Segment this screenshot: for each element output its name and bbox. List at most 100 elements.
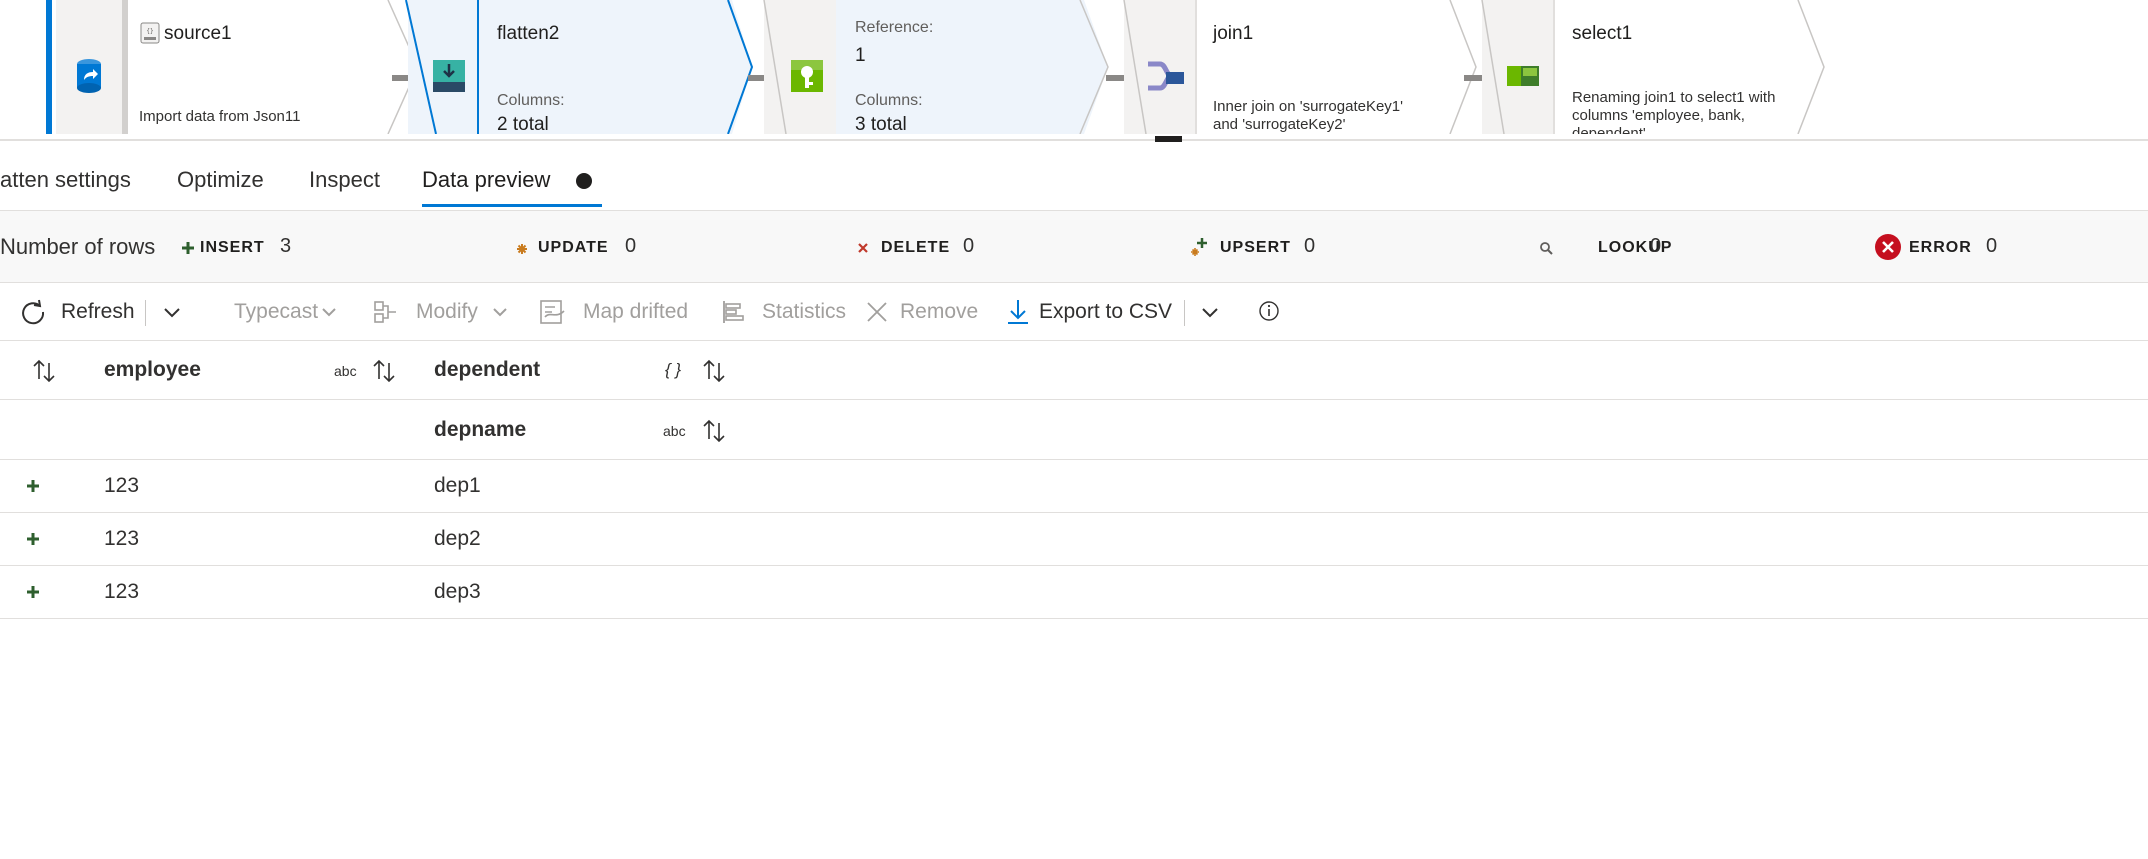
sort-icon[interactable] xyxy=(700,417,728,445)
download-icon xyxy=(1008,300,1028,324)
cell-depname: dep1 xyxy=(434,474,481,497)
column-header-depname[interactable]: depname xyxy=(434,418,526,442)
error-circle-icon xyxy=(1875,234,1901,260)
row-counts-bar: Number of rows INSERT 3 UPDATE 0 DELETE … xyxy=(0,210,2148,283)
node-title: join1 xyxy=(1213,23,1254,44)
cell-employee: 123 xyxy=(104,580,140,603)
export-csv-label: Export to CSV xyxy=(1039,300,1173,323)
count-name: LOOKUP xyxy=(1598,239,1673,256)
count-value: 0 xyxy=(625,235,637,257)
node-title: select1 xyxy=(1572,23,1633,44)
node-description-line3: dependent' xyxy=(1572,125,1646,134)
map-drifted-button[interactable]: Map drifted xyxy=(538,283,698,341)
info-icon[interactable] xyxy=(1254,296,1284,326)
column-type-complex: { } xyxy=(665,360,682,379)
surrogate-key-icon xyxy=(791,60,823,92)
refresh-icon xyxy=(22,299,45,325)
panel-splitter[interactable] xyxy=(0,139,2148,141)
statistics-icon xyxy=(723,301,744,323)
json-file-icon: {} xyxy=(140,22,160,44)
table-row[interactable]: 123 dep1 xyxy=(0,460,2148,513)
grid-subheader-row: depname abc xyxy=(0,401,2148,460)
export-csv-button[interactable]: Export to CSV xyxy=(1003,283,1173,341)
active-tab-underline xyxy=(422,204,602,207)
count-name: UPSERT xyxy=(1220,239,1291,256)
node-select1[interactable]: select1 Renaming join1 to select1 with c… xyxy=(1481,0,1862,134)
preview-toolbar: Refresh Typecast Modify Map drifted Stat… xyxy=(0,283,2148,341)
tab-optimize[interactable]: Optimize xyxy=(177,142,264,208)
remove-label: Remove xyxy=(900,300,979,323)
count-name: ERROR xyxy=(1909,239,1972,256)
grid-header-row: employee abc dependent { } xyxy=(0,341,2148,400)
node-source1[interactable]: {} source1 Import data from Json11 xyxy=(56,0,416,134)
columns-label: Columns: xyxy=(497,92,565,109)
node-title: flatten2 xyxy=(497,23,560,44)
join-icon xyxy=(1148,61,1184,91)
count-value: 0 xyxy=(1650,235,1662,257)
node-join1[interactable]: join1 Inner join on 'surrogateKey1' and … xyxy=(1123,0,1492,134)
insert-plus-icon xyxy=(182,242,194,254)
source-icon xyxy=(77,59,101,93)
typecast-button[interactable]: Typecast xyxy=(234,283,346,341)
lookup-search-icon xyxy=(1540,242,1553,255)
column-header-dependent[interactable]: dependent xyxy=(434,358,540,382)
sort-icon[interactable] xyxy=(700,357,728,385)
refresh-chevron-down-icon[interactable] xyxy=(157,297,187,327)
cell-depname: dep3 xyxy=(434,580,481,603)
refresh-button[interactable]: Refresh xyxy=(18,283,138,341)
remove-button[interactable]: Remove xyxy=(862,283,986,341)
columns-label: Columns: xyxy=(855,92,923,109)
node-title: source1 xyxy=(164,23,232,44)
tab-data-preview[interactable]: Data preview xyxy=(422,142,550,208)
node-description-line1: Renaming join1 to select1 with xyxy=(1572,89,1776,106)
count-name: DELETE xyxy=(881,239,951,256)
sort-icon[interactable] xyxy=(370,357,398,385)
node-surrogate-key[interactable]: Reference: 1 Columns: 3 total xyxy=(763,0,1132,134)
column-header-employee[interactable]: employee xyxy=(104,358,201,382)
count-value: 3 xyxy=(280,235,292,257)
refresh-label: Refresh xyxy=(61,300,135,323)
flatten-icon xyxy=(433,60,465,92)
tab-inspect[interactable]: Inspect xyxy=(309,142,380,208)
node-description-line2: columns 'employee, bank, xyxy=(1572,107,1745,124)
svg-text:{}: {} xyxy=(146,28,153,35)
cell-depname: dep2 xyxy=(434,527,481,550)
statistics-button[interactable]: Statistics xyxy=(720,283,850,341)
column-type-string: abc xyxy=(663,423,686,439)
count-name: UPDATE xyxy=(538,239,609,256)
count-name: INSERT xyxy=(200,239,265,256)
row-sort-icon[interactable] xyxy=(30,357,58,385)
columns-value: 3 total xyxy=(855,114,907,134)
modify-label: Modify xyxy=(416,300,478,323)
delete-x-icon xyxy=(858,243,868,253)
cell-employee: 123 xyxy=(104,474,140,497)
toolbar-separator xyxy=(1184,300,1185,326)
update-star-icon xyxy=(517,244,527,254)
table-row[interactable]: 123 dep3 xyxy=(0,566,2148,619)
cell-employee: 123 xyxy=(104,527,140,550)
node-flatten2[interactable]: flatten2 Columns: 2 total xyxy=(405,0,776,134)
count-value: 0 xyxy=(1986,235,1998,257)
map-drifted-icon xyxy=(540,300,565,324)
reference-label: Reference: xyxy=(855,19,934,36)
export-chevron-down-icon[interactable] xyxy=(1195,297,1225,327)
insert-plus-icon xyxy=(27,533,39,545)
typecast-label: Typecast xyxy=(234,300,319,323)
insert-plus-icon xyxy=(27,586,39,598)
modify-chevron-down-icon xyxy=(493,308,507,317)
typecast-chevron-down-icon xyxy=(322,308,336,317)
column-type-string: abc xyxy=(334,363,357,379)
selection-edge xyxy=(46,0,52,134)
tab-flatten-settings[interactable]: atten settings xyxy=(0,142,131,208)
node-description-line1: Inner join on 'surrogateKey1' xyxy=(1213,98,1404,115)
row-counts-label: Number of rows xyxy=(0,234,156,259)
columns-value: 2 total xyxy=(497,114,549,134)
count-value: 0 xyxy=(963,235,975,257)
modify-button[interactable]: Modify xyxy=(372,283,512,341)
table-row[interactable]: 123 dep2 xyxy=(0,513,2148,566)
unsaved-indicator-dot xyxy=(576,173,592,189)
config-tabs: atten settings Optimize Inspect Data pre… xyxy=(0,142,2148,208)
select-icon xyxy=(1507,66,1539,86)
pipeline-canvas: {} source1 Import data from Json11 flatt… xyxy=(0,0,2148,134)
node-description: Import data from Json11 xyxy=(139,108,301,125)
